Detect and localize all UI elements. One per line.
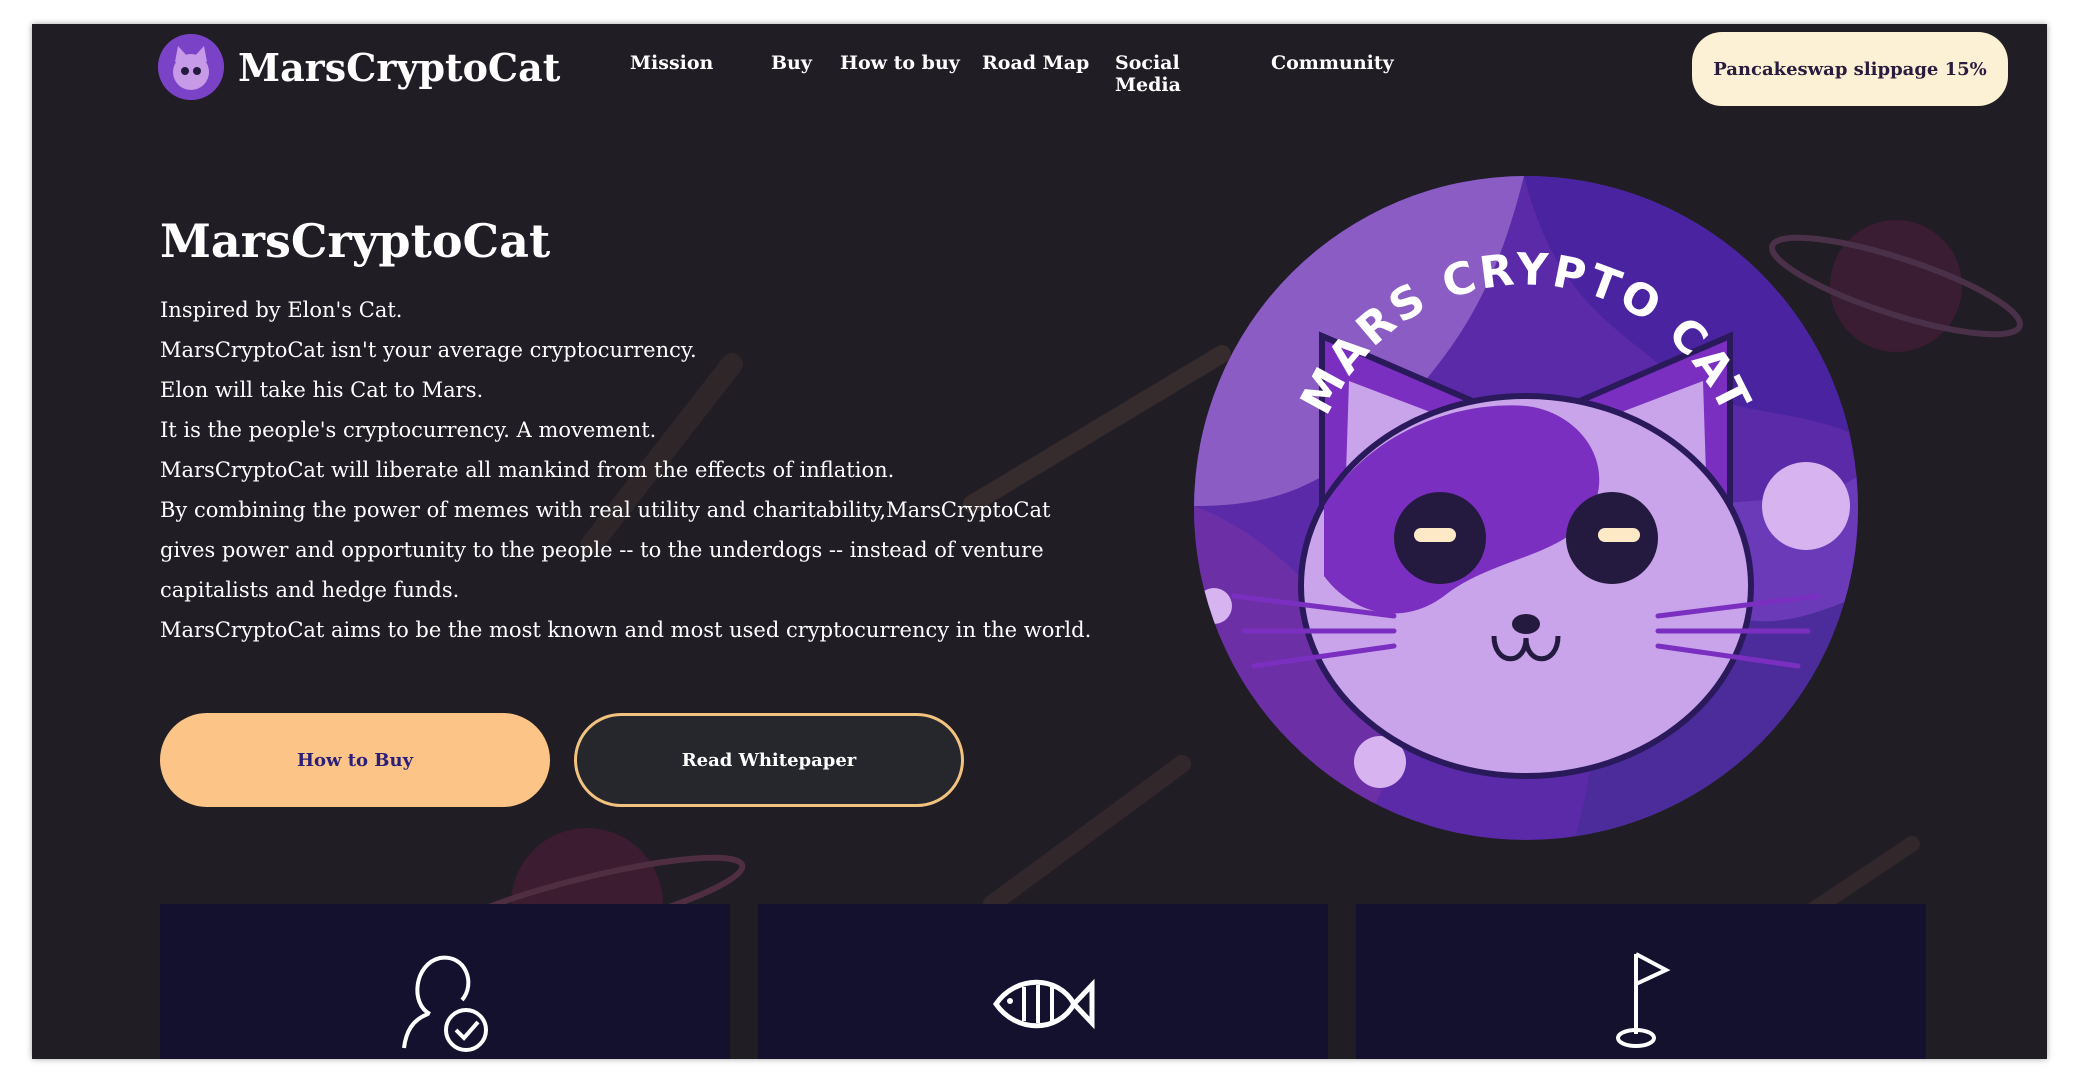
brand-name: MarsCryptoCat [238, 44, 561, 90]
hero-title: MarsCryptoCat [160, 214, 551, 268]
hero-line: MarsCryptoCat isn't your average cryptoc… [160, 338, 697, 362]
hero-line: Inspired by Elon's Cat. [160, 298, 403, 322]
feature-card [758, 904, 1328, 1059]
feature-card [160, 904, 730, 1059]
nav-community[interactable]: Community [1271, 52, 1394, 74]
pancakeswap-slippage-button[interactable]: Pancakeswap slippage 15% [1692, 32, 2008, 106]
nav-mission[interactable]: Mission [630, 52, 713, 74]
hero-line: capitalists and hedge funds. [160, 578, 460, 602]
hero-line: gives power and opportunity to the peopl… [160, 538, 1044, 562]
brand-logo[interactable]: MarsCryptoCat [158, 34, 560, 100]
hero-line: Elon will take his Cat to Mars. [160, 378, 484, 402]
how-to-buy-button[interactable]: How to Buy [160, 713, 550, 807]
hero-line: By combining the power of memes with rea… [160, 498, 1051, 522]
nav-how-to-buy[interactable]: How to buy [840, 52, 960, 74]
nav-road-map[interactable]: Road Map [982, 52, 1092, 74]
hero-description: Inspired by Elon's Cat. MarsCryptoCat is… [160, 290, 1092, 650]
hero-line: MarsCryptoCat aims to be the most known … [160, 618, 1092, 642]
hero-line: It is the people's cryptocurrency. A mov… [160, 418, 657, 442]
page: MarsCryptoCat Mission Buy How to buy Roa… [32, 24, 2047, 1059]
mars-crypto-cat-emblem: MARS CRYPTO CAT [1194, 176, 1858, 840]
fish-icon [992, 978, 1095, 1030]
cat-logo-icon [158, 34, 224, 100]
feature-card [1356, 904, 1926, 1059]
user-check-icon [402, 955, 488, 1052]
hero-line: MarsCryptoCat will liberate all mankind … [160, 458, 895, 482]
nav-buy[interactable]: Buy [771, 52, 812, 74]
nav-social-media[interactable]: Social Media [1115, 52, 1245, 96]
flag-icon [1616, 952, 1671, 1048]
read-whitepaper-button[interactable]: Read Whitepaper [574, 713, 964, 807]
